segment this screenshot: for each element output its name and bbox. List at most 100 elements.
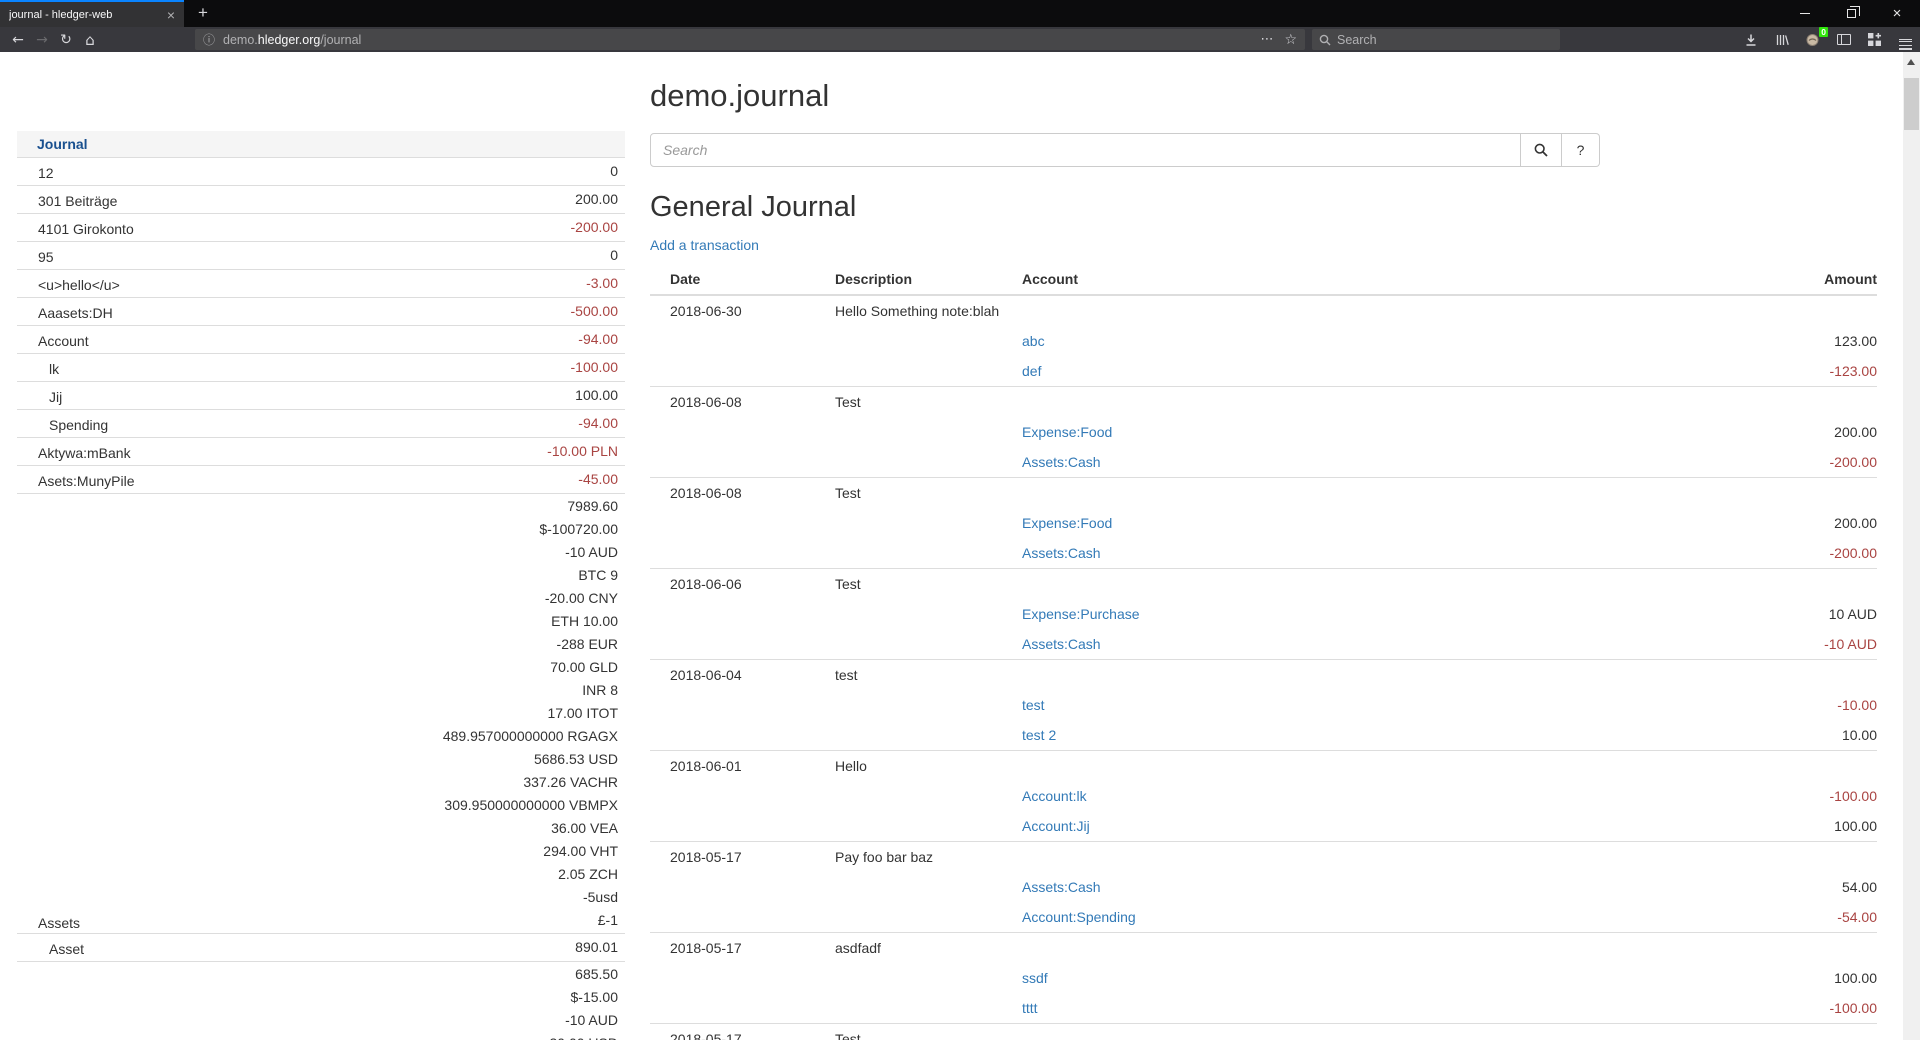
- sidebar-account-link[interactable]: 95: [17, 242, 610, 269]
- sidebar-account-row: 950: [17, 241, 625, 269]
- sidebar-account-row: Spending-94.00: [17, 409, 625, 437]
- sidebar-account-link[interactable]: Asets:MunyPile: [17, 466, 578, 493]
- journal-search-group: ?: [650, 133, 1600, 167]
- downloads-button[interactable]: [1742, 31, 1759, 48]
- balance-amount: -30.00 USD: [545, 1032, 618, 1040]
- posting-account-link[interactable]: Assets:Cash: [1022, 545, 1101, 561]
- browser-search-field[interactable]: Search: [1312, 29, 1560, 50]
- posting-account-link[interactable]: test: [1022, 697, 1045, 713]
- sidebar-account-link[interactable]: Jij: [17, 382, 575, 409]
- balance-amount: 200.00: [575, 187, 618, 212]
- tab-close-icon[interactable]: ×: [164, 8, 178, 22]
- extension-button[interactable]: 0: [1804, 31, 1821, 48]
- sidebar-account-rows: 120301 Beiträge200.004101 Girokonto-200.…: [17, 158, 625, 1040]
- transaction-block: 2018-05-17Pay foo bar bazAssets:Cash54.0…: [650, 841, 1877, 932]
- journal-search-input[interactable]: [650, 133, 1521, 167]
- scrollbar-thumb[interactable]: [1904, 78, 1919, 130]
- posting-account-link[interactable]: def: [1022, 363, 1041, 379]
- transactions-table: Date Description Account Amount 2018-06-…: [650, 264, 1887, 1040]
- col-header-description: Description: [835, 264, 1022, 294]
- scroll-up-icon[interactable]: [1907, 59, 1915, 65]
- site-info-icon[interactable]: ⓘ: [203, 31, 215, 48]
- transaction-title-row: 2018-06-04test: [650, 660, 1877, 690]
- add-transaction-link[interactable]: Add a transaction: [650, 237, 759, 253]
- sidebar-account-balance: 0: [610, 158, 625, 185]
- search-help-button[interactable]: ?: [1562, 133, 1600, 167]
- sidebar-account-link[interactable]: Aktywa:mBank: [17, 438, 547, 465]
- posting-account-link[interactable]: Assets:Cash: [1022, 636, 1101, 652]
- library-button[interactable]: [1773, 31, 1790, 48]
- posting-account-link[interactable]: Expense:Food: [1022, 515, 1112, 531]
- sidebar-account-link[interactable]: <u>hello</u>: [17, 270, 586, 297]
- sidebar-account-row: Asets:MunyPile-45.00: [17, 465, 625, 493]
- bookmark-star-icon[interactable]: ☆: [1284, 32, 1297, 48]
- sidebar-account-balance: 685.50$-15.00-10 AUD-30.00 USD: [545, 962, 625, 1040]
- posting-row: Expense:Purchase10 AUD: [650, 599, 1877, 629]
- sidebar-account-row: 4101 Girokonto-200.00: [17, 213, 625, 241]
- posting-account-link[interactable]: tttt: [1022, 1000, 1038, 1016]
- posting-account-link[interactable]: Expense:Food: [1022, 424, 1112, 440]
- window-restore-button[interactable]: [1828, 0, 1874, 27]
- sidebar-account-row: Asset890.01: [17, 933, 625, 961]
- posting-account-link[interactable]: Expense:Purchase: [1022, 606, 1140, 622]
- menu-button[interactable]: [1897, 31, 1914, 48]
- sidebar-account-link[interactable]: 4101 Girokonto: [17, 214, 571, 241]
- posting-amount: -200.00: [1677, 538, 1877, 568]
- page-actions-icon[interactable]: ⋯: [1260, 32, 1274, 47]
- balance-amount: 5686.53 USD: [443, 748, 618, 771]
- page-scrollbar[interactable]: [1903, 52, 1920, 1040]
- posting-row: Assets:Cash-200.00: [650, 447, 1877, 477]
- extension-icon: [1805, 32, 1820, 47]
- transaction-date: 2018-06-01: [650, 751, 835, 781]
- journal-search-button[interactable]: [1521, 133, 1562, 167]
- posting-amount: 200.00: [1677, 417, 1877, 447]
- sidebar-account-row: Account-94.00: [17, 325, 625, 353]
- posting-account-link[interactable]: test 2: [1022, 727, 1056, 743]
- balance-amount: -10 AUD: [545, 1009, 618, 1032]
- posting-account-link[interactable]: Assets:Cash: [1022, 454, 1101, 470]
- posting-account-link[interactable]: abc: [1022, 333, 1045, 349]
- sidebar-account-link[interactable]: 301 Beiträge: [17, 186, 575, 213]
- back-button[interactable]: ←: [6, 27, 30, 52]
- sidebar-account-link[interactable]: Asset: [17, 934, 575, 961]
- sidebar-account-balance: 890.01: [575, 934, 625, 961]
- sidebar-account-link[interactable]: lk: [17, 354, 571, 381]
- posting-amount: 54.00: [1677, 872, 1877, 902]
- sidebar-account-link[interactable]: Aaasets:DH: [17, 298, 571, 325]
- posting-account-link[interactable]: Account:lk: [1022, 788, 1087, 804]
- sidebar-toggle-button[interactable]: [1835, 31, 1852, 48]
- new-tab-button[interactable]: +: [190, 0, 216, 27]
- posting-row: Assets:Cash-10 AUD: [650, 629, 1877, 659]
- sidebar-account-link[interactable]: 12: [17, 158, 610, 185]
- posting-amount: 10.00: [1677, 720, 1877, 750]
- sidebar-account-balance: -200.00: [571, 214, 625, 241]
- posting-account-link[interactable]: Assets:Cash: [1022, 879, 1101, 895]
- posting-amount: 100.00: [1677, 963, 1877, 993]
- posting-account-link[interactable]: Account:Jij: [1022, 818, 1090, 834]
- sidebar-journal-link[interactable]: Journal: [37, 136, 88, 152]
- sidebar-account-link[interactable]: Spending: [17, 410, 578, 437]
- transaction-block: 2018-05-17asdfadfssdf100.00tttt-100.00: [650, 932, 1877, 1023]
- sidebar-account-link[interactable]: Cash: [17, 962, 545, 1040]
- balance-amount: -45.00: [578, 467, 618, 492]
- posting-row: tttt-100.00: [650, 993, 1877, 1023]
- posting-account-link[interactable]: ssdf: [1022, 970, 1048, 986]
- home-button[interactable]: ⌂: [78, 27, 102, 52]
- window-close-button[interactable]: ×: [1874, 0, 1920, 27]
- col-header-account: Account: [1022, 264, 1677, 294]
- overflow-grid-button[interactable]: [1866, 31, 1883, 48]
- browser-tab[interactable]: journal - hledger-web ×: [0, 0, 184, 27]
- sidebar-account-row: lk-100.00: [17, 353, 625, 381]
- url-bar[interactable]: ⓘ demo.hledger.org/journal ⋯ ☆: [195, 29, 1305, 50]
- sidebar-account-link[interactable]: Assets: [17, 494, 443, 933]
- posting-account-link[interactable]: Account:Spending: [1022, 909, 1136, 925]
- transaction-date: 2018-06-30: [650, 296, 835, 326]
- sidebar-account-link[interactable]: Account: [17, 326, 578, 353]
- sidebar-account-balance: -45.00: [578, 466, 625, 493]
- page-title: demo.journal: [650, 78, 1887, 114]
- forward-button[interactable]: →: [30, 27, 54, 52]
- window-minimize-button[interactable]: [1782, 0, 1828, 27]
- reload-button[interactable]: ↻: [54, 27, 78, 52]
- posting-amount: -54.00: [1677, 902, 1877, 932]
- sidebar-account-balance: 0: [610, 242, 625, 269]
